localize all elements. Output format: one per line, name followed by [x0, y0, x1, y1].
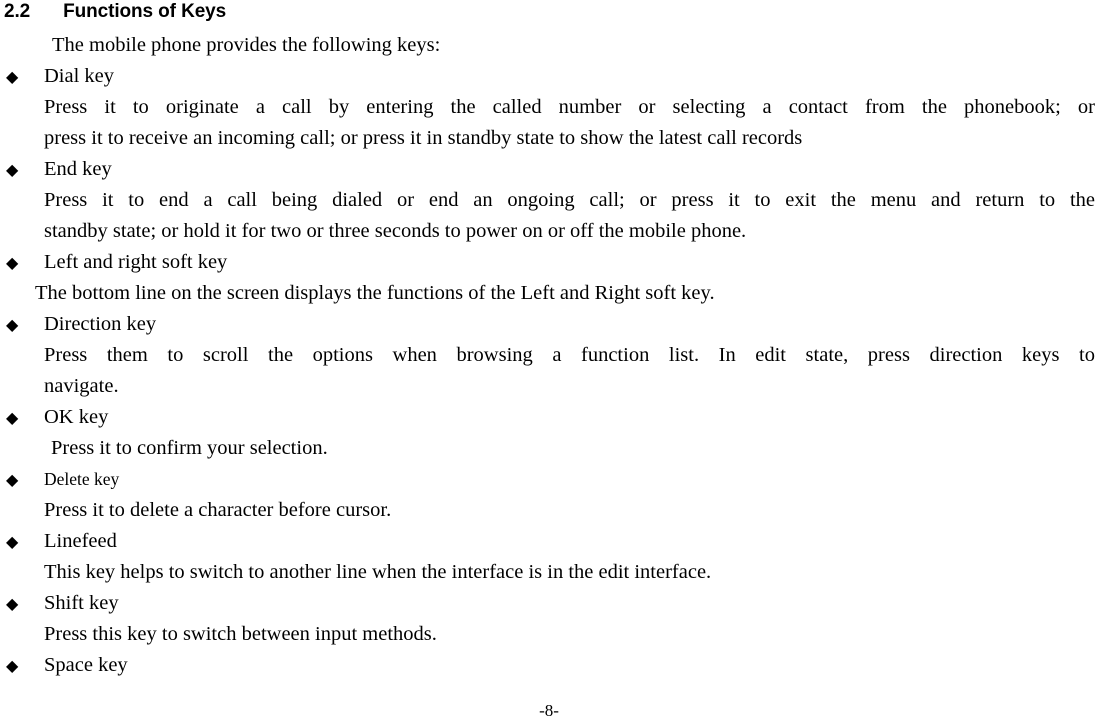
paragraph-line: Press it to confirm your selection.	[51, 437, 328, 459]
list-item: ◆ Dial key	[0, 61, 1098, 92]
list-item: ◆ Linefeed	[0, 526, 1098, 557]
list-item-description: Press it to originate a call by entering…	[0, 92, 1098, 154]
list-item-description: Press it to end a call being dialed or e…	[0, 185, 1098, 247]
list-item: ◆ OK key	[0, 402, 1098, 433]
diamond-bullet-icon: ◆	[6, 470, 19, 489]
list-item-description: Press this key to switch between input m…	[0, 619, 1098, 650]
paragraph-line: Press it to end a call being dialed or e…	[44, 189, 1095, 211]
intro-paragraph: The mobile phone provides the following …	[52, 34, 441, 56]
paragraph-line: Press it to originate a call by entering…	[44, 96, 1095, 118]
paragraph-line: Press it to delete a character before cu…	[44, 499, 392, 521]
list-item-label: Space key	[44, 654, 128, 676]
list-item: ◆ Space key	[0, 650, 1098, 681]
paragraph-line: navigate.	[44, 375, 119, 397]
list-item: ◆ Delete key	[0, 464, 1098, 495]
diamond-bullet-icon: ◆	[6, 532, 19, 551]
list-item-description: The bottom line on the screen displays t…	[0, 278, 1098, 309]
paragraph-line: The bottom line on the screen displays t…	[35, 282, 715, 304]
list-item-label: OK key	[44, 406, 109, 428]
list-item-label: Dial key	[44, 65, 115, 87]
list-item: ◆ Direction key	[0, 309, 1098, 340]
diamond-bullet-icon: ◆	[6, 408, 19, 427]
paragraph-line: Press them to scroll the options when br…	[44, 344, 1095, 366]
diamond-bullet-icon: ◆	[6, 594, 19, 613]
section-heading: 2.2 Functions of Keys	[4, 0, 226, 24]
page-title: Functions of Keys	[63, 1, 227, 22]
list-item: ◆ Shift key	[0, 588, 1098, 619]
paragraph-line: Press this key to switch between input m…	[44, 623, 437, 645]
diamond-bullet-icon: ◆	[6, 315, 19, 334]
list-item-label: Delete key	[44, 469, 120, 489]
list-item-description: Press it to delete a character before cu…	[0, 495, 1098, 526]
list-item-label: Left and right soft key	[44, 251, 228, 273]
page-number-footer: -8-	[539, 701, 559, 720]
list-item-label: End key	[44, 158, 112, 180]
list-item-label: Direction key	[44, 313, 157, 335]
paragraph-line: press it to receive an incoming call; or…	[44, 127, 803, 149]
document-body: The mobile phone provides the following …	[0, 30, 1098, 681]
list-item: ◆ Left and right soft key	[0, 247, 1098, 278]
section-number: 2.2	[4, 1, 31, 22]
list-item-description: Press them to scroll the options when br…	[0, 340, 1098, 402]
list-item-description: This key helps to switch to another line…	[0, 557, 1098, 588]
list-item-label: Shift key	[44, 592, 119, 614]
paragraph-line: standby state; or hold it for two or thr…	[44, 220, 747, 242]
diamond-bullet-icon: ◆	[6, 253, 19, 272]
diamond-bullet-icon: ◆	[6, 160, 19, 179]
diamond-bullet-icon: ◆	[6, 67, 19, 86]
diamond-bullet-icon: ◆	[6, 656, 19, 675]
list-item-label: Linefeed	[44, 530, 117, 552]
list-item: ◆ End key	[0, 154, 1098, 185]
document-page: 2.2 Functions of Keys The mobile phone pr…	[0, 0, 1098, 726]
paragraph-line: This key helps to switch to another line…	[44, 561, 712, 583]
list-item-description: Press it to confirm your selection.	[0, 433, 1098, 464]
